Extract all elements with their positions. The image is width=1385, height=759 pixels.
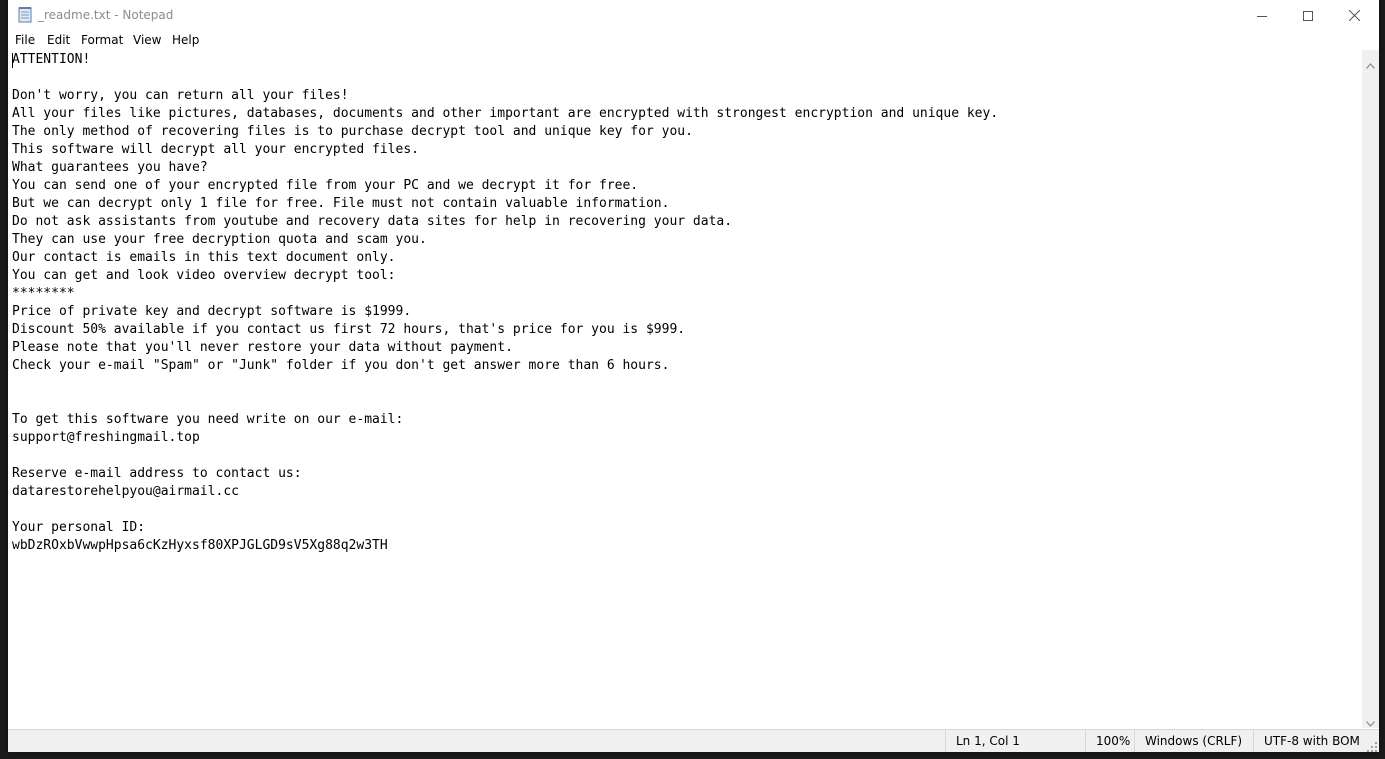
status-position: Ln 1, Col 1 <box>945 730 1084 752</box>
status-bar: Ln 1, Col 1 100% Windows (CRLF) UTF-8 wi… <box>8 729 1379 752</box>
text-editor[interactable]: ATTENTION! Don't worry, you can return a… <box>8 50 1362 728</box>
menu-format[interactable]: Format <box>81 33 123 47</box>
menu-bar: File Edit Format View Help <box>8 31 1379 50</box>
minimize-icon <box>1257 15 1267 17</box>
status-encoding: UTF-8 with BOM <box>1253 730 1368 752</box>
close-icon <box>1348 10 1360 21</box>
menu-edit[interactable]: Edit <box>47 33 70 47</box>
menu-view[interactable]: View <box>133 33 161 47</box>
menu-help[interactable]: Help <box>172 33 199 47</box>
maximize-button[interactable] <box>1285 0 1331 31</box>
text-caret <box>12 53 13 68</box>
status-zoom: 100% <box>1085 730 1134 752</box>
menu-file[interactable]: File <box>15 33 35 47</box>
maximize-icon <box>1303 10 1313 21</box>
close-button[interactable] <box>1331 0 1377 31</box>
window-title: _readme.txt - Notepad <box>38 8 174 22</box>
notepad-icon <box>18 7 32 23</box>
scroll-up-icon[interactable] <box>1366 56 1375 74</box>
document-text[interactable]: ATTENTION! Don't worry, you can return a… <box>12 51 998 555</box>
status-line-ending: Windows (CRLF) <box>1134 730 1253 752</box>
notepad-window: _readme.txt - Notepad File Edit Format V… <box>8 0 1379 752</box>
resize-grip-icon[interactable] <box>1367 741 1377 752</box>
minimize-button[interactable] <box>1239 0 1285 31</box>
vertical-scrollbar[interactable] <box>1362 50 1379 728</box>
title-bar[interactable]: _readme.txt - Notepad <box>8 0 1379 31</box>
